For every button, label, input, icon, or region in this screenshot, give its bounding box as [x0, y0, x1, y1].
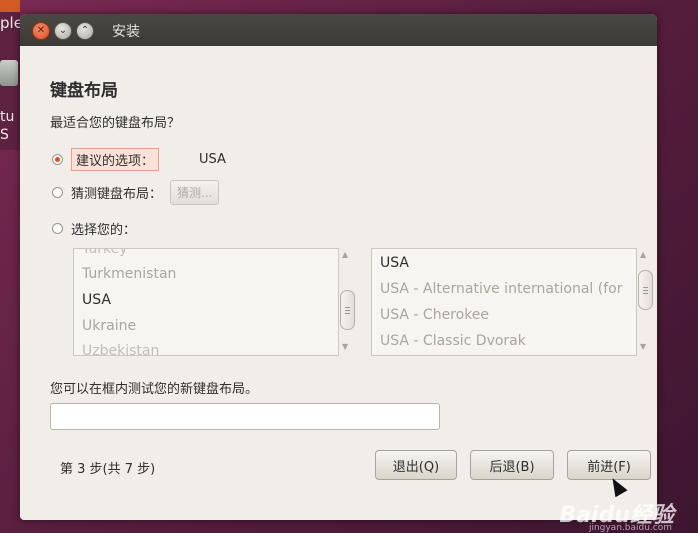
list-item-selected[interactable]: USA [380, 255, 409, 271]
list-item-selected[interactable]: USA [82, 292, 111, 308]
suggested-label: 建议的选项： [71, 148, 160, 171]
list-item[interactable]: USA - Classic Dvorak [380, 333, 526, 349]
keyboard-test-input[interactable] [50, 403, 440, 430]
list-item[interactable]: Turkmenistan [82, 266, 176, 282]
layout-variant-list[interactable]: USA USA - Alternative international (for… [371, 248, 637, 356]
installer-window: ✕ ⌄ ⌃ 安装 键盘布局 最适合您的键盘布局？ 建议的选项： USA 猜测键盘… [20, 14, 657, 520]
option-suggested[interactable]: 建议的选项： USA [52, 148, 226, 171]
page-question: 最适合您的键盘布局？ [50, 116, 181, 131]
scrollbar-thumb[interactable] [340, 290, 355, 330]
right-scrollbar[interactable]: ▲ ▼ [637, 248, 653, 356]
test-area-label: 您可以在框内测试您的新键盘布局。 [50, 382, 259, 397]
quit-button[interactable]: 退出(Q) [375, 450, 457, 480]
list-item[interactable]: Uzbekistan [82, 343, 159, 355]
back-button[interactable]: 后退(B) [470, 450, 554, 480]
scroll-down-icon[interactable]: ▼ [342, 342, 348, 351]
option-choose[interactable]: 选择您的： [52, 219, 136, 238]
title-bar: ✕ ⌄ ⌃ 安装 [20, 14, 657, 46]
radio-choose[interactable] [52, 223, 63, 234]
option-guess[interactable]: 猜测键盘布局： 猜测... [52, 180, 220, 205]
minimize-icon[interactable]: ⌄ [54, 22, 72, 40]
scrollbar-thumb[interactable] [638, 270, 653, 310]
window-title: 安装 [112, 24, 140, 40]
suggested-value: USA [199, 152, 226, 167]
close-icon[interactable]: ✕ [32, 22, 50, 40]
scroll-up-icon[interactable]: ▲ [640, 250, 646, 259]
forward-button[interactable]: 前进(F) [567, 450, 651, 480]
list-item[interactable]: USA - Alternative international (for [380, 281, 622, 297]
layout-country-list[interactable]: Turkey Turkmenistan USA Ukraine Uzbekist… [73, 248, 339, 356]
desktop-icon-label-2: tu S [0, 109, 15, 143]
maximize-icon[interactable]: ⌃ [76, 22, 94, 40]
watermark-url: jingyan.baidu.com [588, 523, 672, 533]
scroll-up-icon[interactable]: ▲ [342, 250, 348, 259]
guess-label: 猜测键盘布局： [71, 187, 163, 202]
list-item[interactable]: USA - Cherokee [380, 307, 489, 323]
list-item[interactable]: Ukraine [82, 318, 136, 334]
page-title: 键盘布局 [50, 81, 118, 101]
radio-suggested[interactable] [52, 154, 63, 165]
desktop-icon-label: ple [0, 14, 20, 32]
radio-guess[interactable] [52, 187, 63, 198]
list-item[interactable]: Turkey [82, 249, 128, 257]
choose-label: 选择您的： [71, 223, 137, 238]
guess-button[interactable]: 猜测... [170, 180, 220, 205]
left-scrollbar[interactable]: ▲ ▼ [339, 248, 355, 356]
scroll-down-icon[interactable]: ▼ [640, 342, 646, 351]
desktop-panel-fragment [0, 0, 20, 12]
drive-icon[interactable] [0, 60, 18, 86]
step-indicator: 第 3 步(共 7 步) [60, 462, 156, 477]
